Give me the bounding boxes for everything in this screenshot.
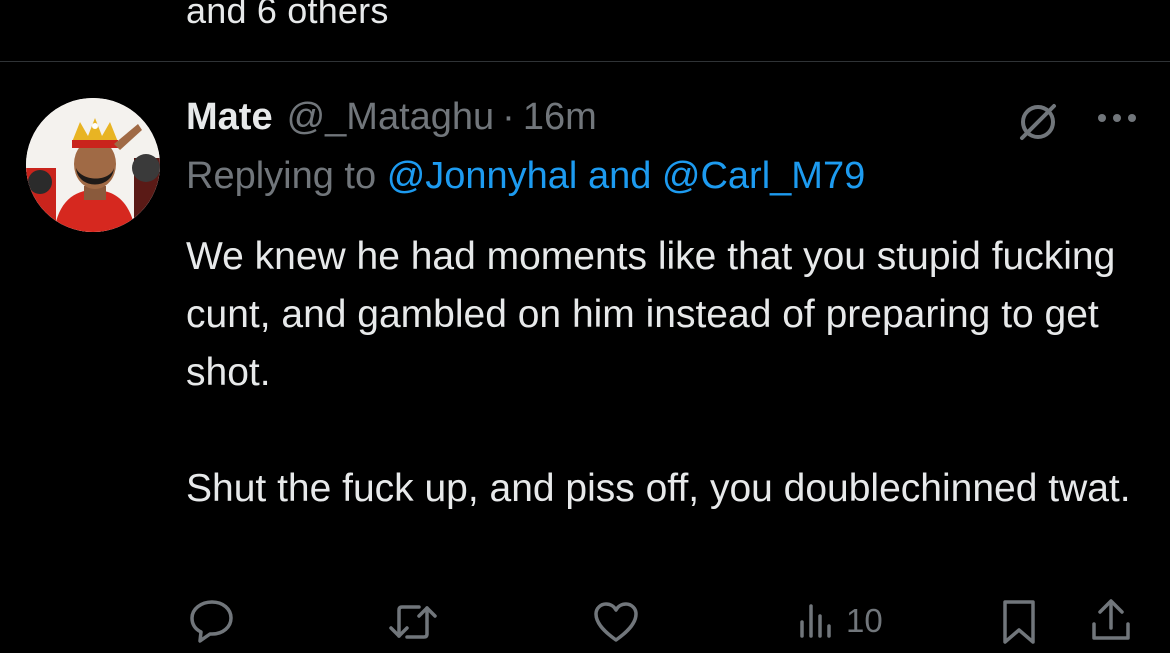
share-icon xyxy=(1092,599,1130,640)
bookmark-icon xyxy=(1003,600,1035,644)
reply-joiner: and xyxy=(587,155,652,197)
replying-prefix: Replying to xyxy=(186,155,377,197)
reply-icon xyxy=(190,600,233,643)
avatar-image xyxy=(26,98,160,232)
action-bar: 10 xyxy=(0,596,1170,646)
previous-tweet-likes-text: and 6 others xyxy=(186,0,389,31)
grok-icon[interactable] xyxy=(1016,100,1060,144)
replying-to-line: Replying to @Jonnyhal and @Carl_M79 xyxy=(186,155,865,198)
tweet-text: We knew he had moments like that you stu… xyxy=(186,228,1146,518)
bookmark-button[interactable] xyxy=(998,598,1040,646)
like-icon xyxy=(594,602,638,642)
divider xyxy=(0,61,1170,62)
retweet-button[interactable] xyxy=(385,600,441,644)
display-name[interactable]: Mate xyxy=(186,96,273,139)
reply-mention-carl[interactable]: @Carl_M79 xyxy=(662,155,865,197)
separator-dot: · xyxy=(502,96,515,138)
tweet-paragraph-1: We knew he had moments like that you stu… xyxy=(186,235,1116,394)
timestamp[interactable]: 16m xyxy=(523,96,597,139)
share-button[interactable] xyxy=(1088,596,1134,644)
user-handle[interactable]: @_Mataghu xyxy=(287,96,495,139)
views-button[interactable]: 10 xyxy=(796,602,883,640)
retweet-icon xyxy=(389,605,437,639)
more-options-icon[interactable] xyxy=(1095,108,1139,128)
reply-button[interactable] xyxy=(188,598,236,644)
views-icon xyxy=(800,604,831,638)
tweet-header: Mate @_Mataghu · 16m xyxy=(186,96,597,139)
tweet-paragraph-2: Shut the fuck up, and piss off, you doub… xyxy=(186,467,1131,510)
reply-mention-jonnyhal[interactable]: @Jonnyhal xyxy=(387,155,578,197)
like-button[interactable] xyxy=(592,600,640,644)
views-count: 10 xyxy=(846,602,883,639)
avatar[interactable] xyxy=(26,98,160,232)
